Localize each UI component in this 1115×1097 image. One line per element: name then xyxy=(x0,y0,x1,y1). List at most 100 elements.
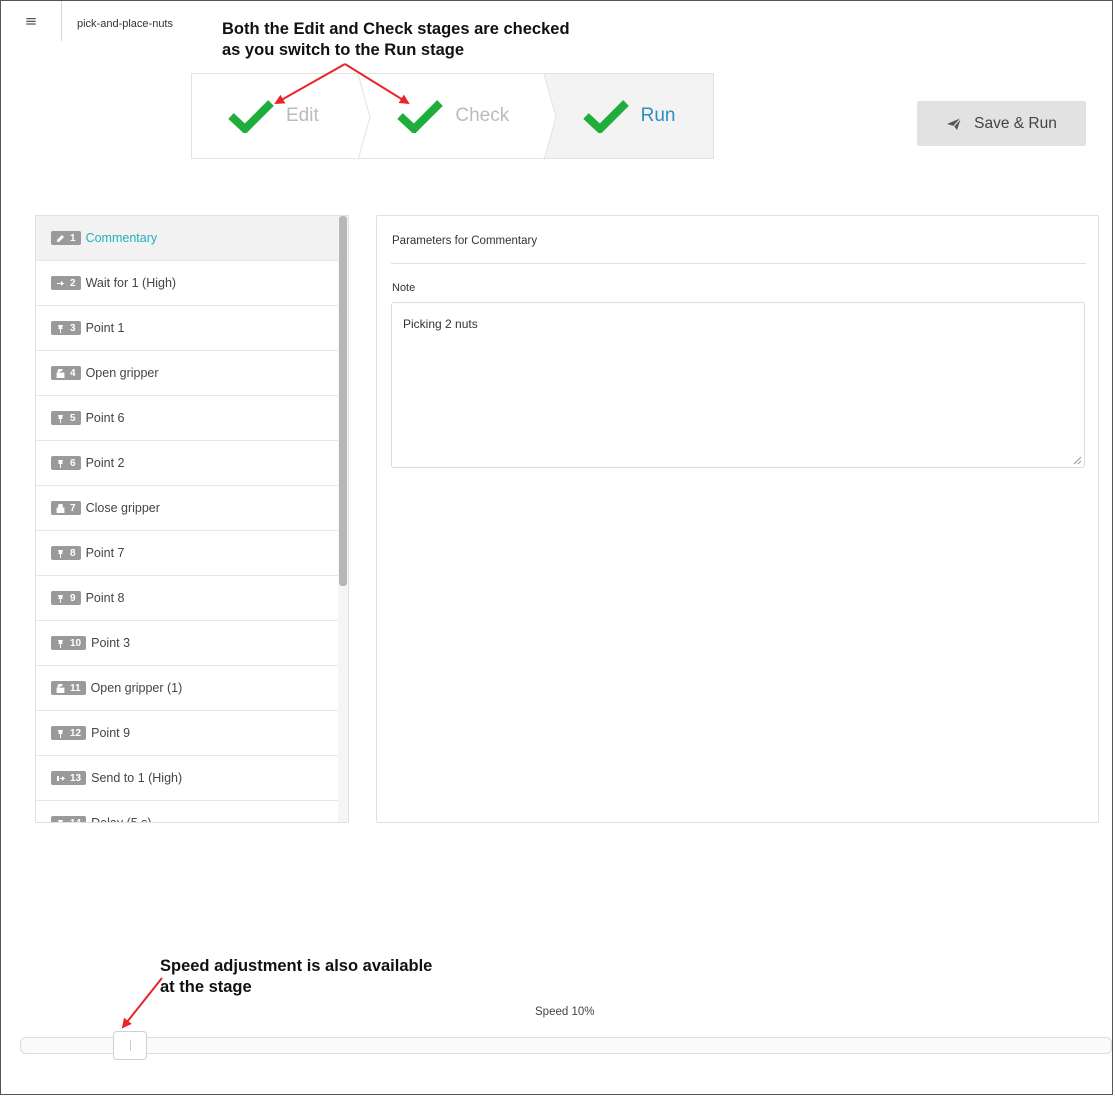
command-label: Open gripper xyxy=(85,366,159,380)
command-list-item[interactable]: 14 Delay (5 s) xyxy=(36,801,340,823)
stage-edit[interactable]: Edit xyxy=(192,74,371,160)
note-textarea[interactable]: Picking 2 nuts xyxy=(391,302,1085,468)
divider xyxy=(391,263,1086,264)
scrollbar-thumb[interactable] xyxy=(339,216,347,586)
lock-icon xyxy=(56,503,65,513)
command-number: 4 xyxy=(70,367,76,379)
stage-check[interactable]: Check xyxy=(359,74,557,160)
parameters-title: Parameters for Commentary xyxy=(392,235,538,247)
command-list-item[interactable]: 13 Send to 1 (High) xyxy=(36,756,340,801)
command-badge: 13 xyxy=(51,771,87,785)
unlock-icon xyxy=(56,683,65,693)
command-label: Point 1 xyxy=(85,321,125,335)
stage-run[interactable]: Run xyxy=(544,74,713,158)
command-number: 8 xyxy=(70,547,76,559)
command-label: Wait for 1 (High) xyxy=(85,276,177,290)
command-label: Point 6 xyxy=(85,411,125,425)
command-list-items: 1 Commentary 2 Wait for 1 (High) 3 Point 1 4 Op… xyxy=(36,216,348,823)
command-list-item[interactable]: 2 Wait for 1 (High) xyxy=(36,261,340,306)
command-label: Send to 1 (High) xyxy=(91,771,183,785)
pin-icon xyxy=(58,729,63,738)
command-label: Point 9 xyxy=(91,726,131,740)
command-list-item[interactable]: 11 Open gripper (1) xyxy=(36,666,340,711)
check-icon xyxy=(397,100,444,133)
command-list-item[interactable]: 8 Point 7 xyxy=(36,531,340,576)
pin-icon xyxy=(58,639,63,648)
unlock-icon xyxy=(56,368,65,378)
hamburger-icon: ≡ xyxy=(24,12,38,30)
menu-button[interactable]: ≡ xyxy=(1,1,62,41)
note-label: Note xyxy=(392,282,416,294)
command-number: 3 xyxy=(70,322,76,334)
command-label: Point 2 xyxy=(85,456,125,470)
stage-check-label: Check xyxy=(455,105,510,126)
check-icon xyxy=(582,100,629,133)
command-number: 1 xyxy=(70,232,76,244)
pencil-icon xyxy=(57,234,64,242)
speed-slider-handle[interactable] xyxy=(113,1031,147,1060)
command-number: 11 xyxy=(70,682,81,694)
command-list-item[interactable]: 7 Close gripper xyxy=(36,486,340,531)
command-list-item[interactable]: 1 Commentary xyxy=(36,216,340,261)
pin-icon xyxy=(58,819,63,822)
command-list-item[interactable]: 12 Point 9 xyxy=(36,711,340,756)
command-number: 7 xyxy=(70,502,76,514)
program-name: pick-and-place-nuts xyxy=(77,18,173,30)
stage-edit-label: Edit xyxy=(286,105,319,126)
command-badge: 7 xyxy=(51,501,81,515)
command-number: 2 xyxy=(70,277,76,289)
annotation-stages-line2: as you switch to the Run stage xyxy=(222,41,465,59)
resize-grip-icon[interactable] xyxy=(1073,456,1082,465)
annotation-speed: Speed adjustment is also available at th… xyxy=(160,956,432,998)
command-label: Point 7 xyxy=(85,546,125,560)
command-badge: 5 xyxy=(51,411,81,425)
command-list-item[interactable]: 3 Point 1 xyxy=(36,306,340,351)
command-label: Delay (5 s) xyxy=(91,816,152,823)
speed-slider-track[interactable] xyxy=(20,1037,1112,1054)
command-badge: 11 xyxy=(51,681,86,695)
pin-icon xyxy=(58,594,63,603)
command-label: Open gripper (1) xyxy=(90,681,183,695)
stage-stepper: Edit Check Run xyxy=(191,73,714,160)
sign-out-icon xyxy=(57,775,65,781)
command-number: 5 xyxy=(70,412,76,424)
paper-plane-icon xyxy=(947,117,962,130)
command-badge: 3 xyxy=(51,321,81,335)
command-list-item[interactable]: 9 Point 8 xyxy=(36,576,340,621)
command-label: Point 8 xyxy=(85,591,125,605)
command-number: 12 xyxy=(70,727,82,739)
command-number: 13 xyxy=(70,772,82,784)
command-number: 6 xyxy=(70,457,76,469)
speed-label: Speed 10% xyxy=(535,1006,595,1018)
annotation-stages: Both the Edit and Check stages are check… xyxy=(222,19,570,61)
command-badge: 9 xyxy=(51,591,81,605)
sign-in-icon xyxy=(57,280,64,286)
command-number: 9 xyxy=(70,592,76,604)
command-label: Commentary xyxy=(85,231,158,245)
annotation-speed-line1: Speed adjustment is also available xyxy=(160,957,433,975)
command-badge: 2 xyxy=(51,276,81,290)
annotation-speed-line2: at the stage xyxy=(160,978,252,996)
command-list-item[interactable]: 4 Open gripper xyxy=(36,351,340,396)
pin-icon xyxy=(58,459,63,468)
chevron-divider xyxy=(542,74,557,160)
stage-run-label: Run xyxy=(640,105,676,126)
command-badge: 14 xyxy=(51,816,87,823)
pin-icon xyxy=(58,324,63,333)
command-number: 10 xyxy=(70,637,82,649)
command-list-item[interactable]: 6 Point 2 xyxy=(36,441,340,486)
pin-icon xyxy=(58,414,63,423)
command-list[interactable]: 1 Commentary 2 Wait for 1 (High) 3 Point 1 4 Op… xyxy=(35,215,349,823)
command-badge: 8 xyxy=(51,546,81,560)
command-list-item[interactable]: 10 Point 3 xyxy=(36,621,340,666)
note-value: Picking 2 nuts xyxy=(403,317,478,331)
command-badge: 4 xyxy=(51,366,81,380)
command-number: 14 xyxy=(70,817,82,823)
annotation-stages-line1: Both the Edit and Check stages are check… xyxy=(222,20,570,38)
save-run-button[interactable]: Save & Run xyxy=(917,101,1086,146)
save-run-label: Save & Run xyxy=(974,114,1057,132)
command-list-item[interactable]: 5 Point 6 xyxy=(36,396,340,441)
chevron-divider xyxy=(357,74,371,160)
command-badge: 6 xyxy=(51,456,81,470)
scrollbar-track[interactable] xyxy=(338,216,348,822)
